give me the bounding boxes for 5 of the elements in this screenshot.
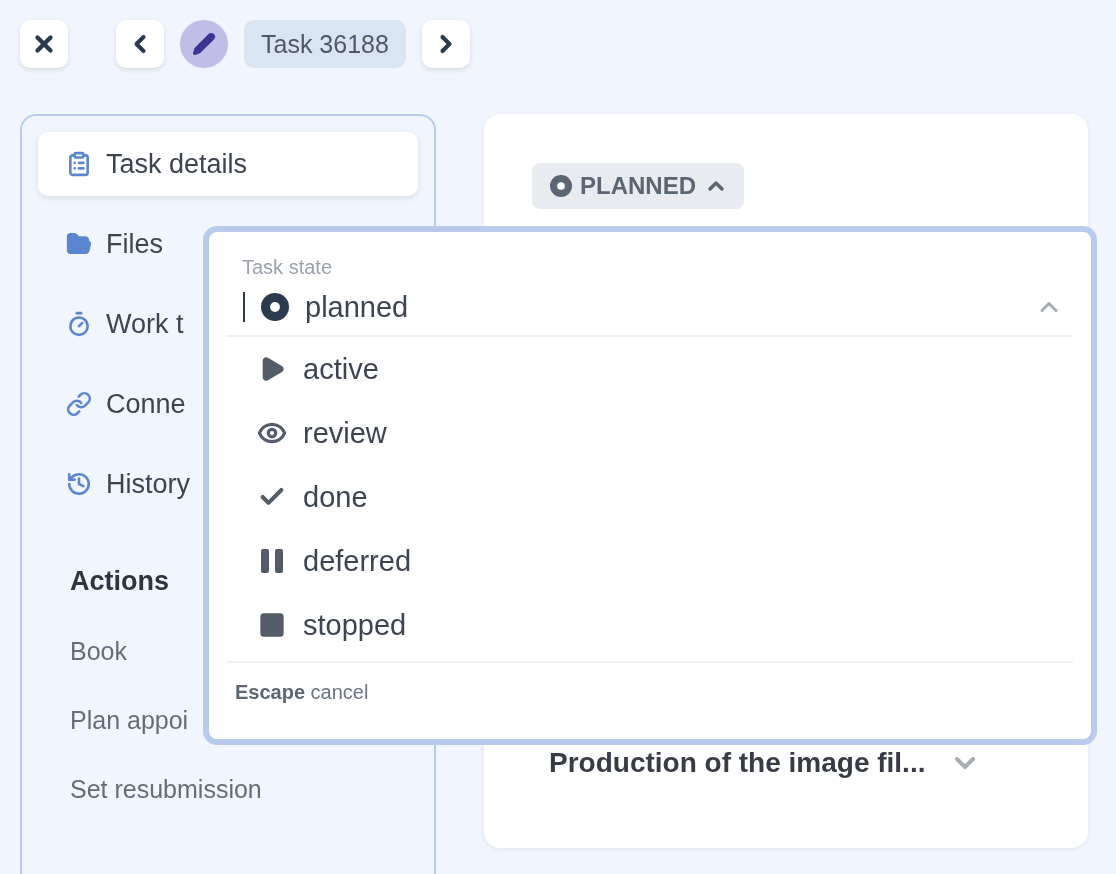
actions-heading: Actions	[70, 566, 170, 597]
task-title: Production of the image fil...	[549, 747, 926, 779]
keyboard-hint: Escape cancel	[227, 661, 1073, 704]
task-number: Task 36188	[244, 20, 406, 68]
dropdown-label: Task state	[242, 256, 334, 279]
